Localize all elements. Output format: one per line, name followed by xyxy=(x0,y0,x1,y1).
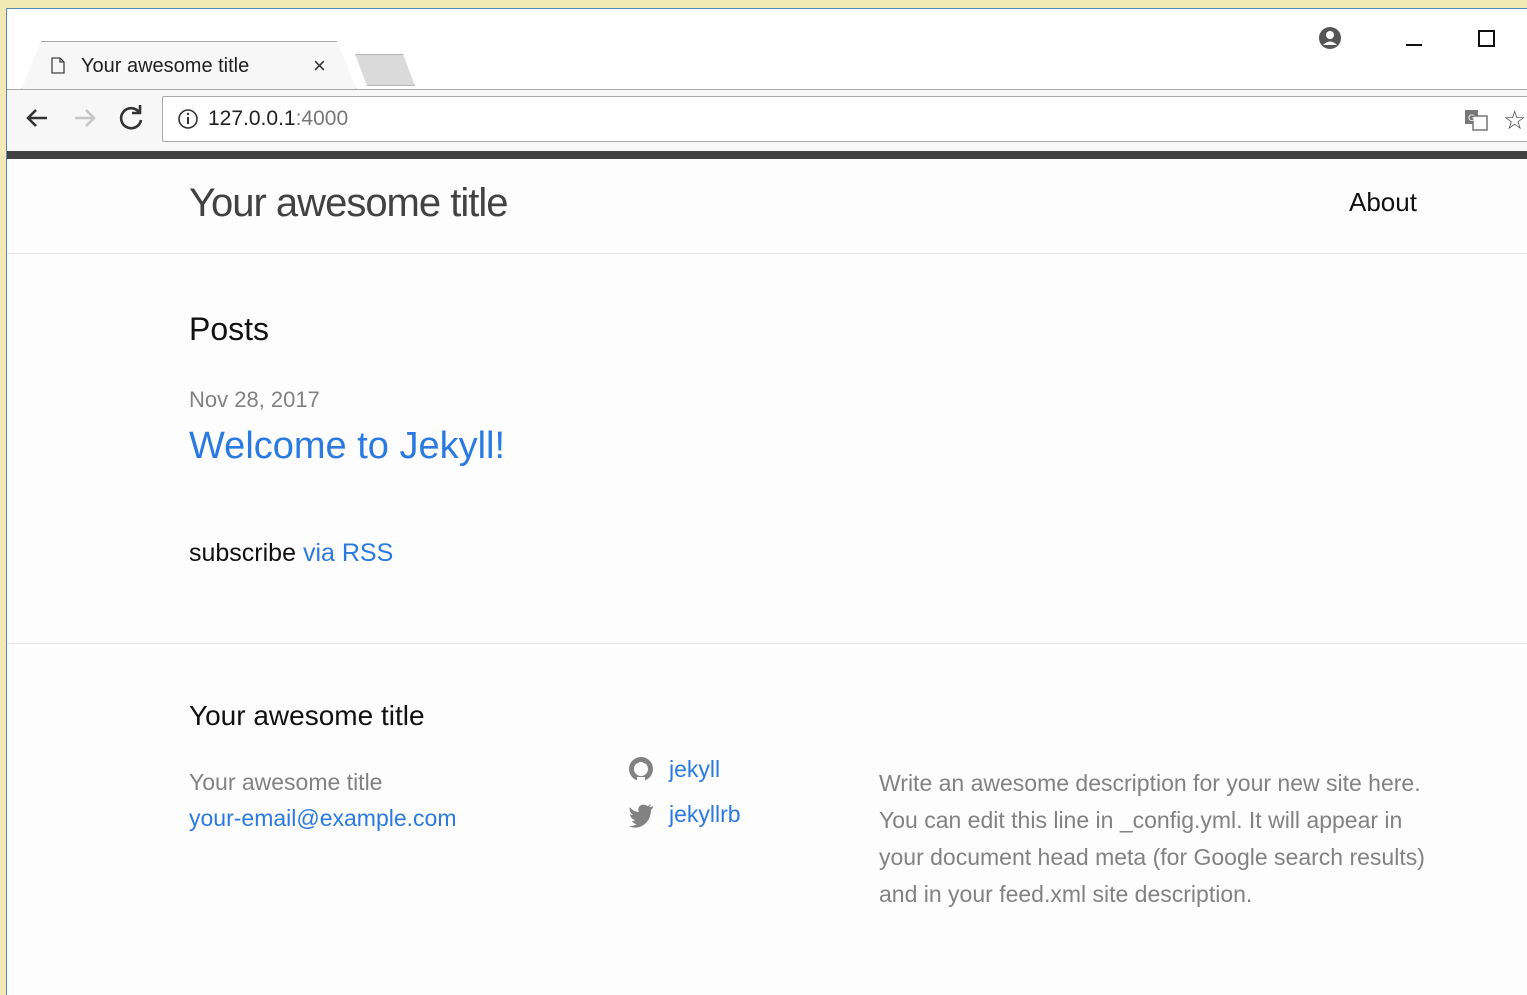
svg-text:G: G xyxy=(1468,114,1475,124)
tab-strip: Your awesome title × xyxy=(7,9,1527,91)
new-tab-button[interactable] xyxy=(355,54,415,86)
maximize-icon[interactable] xyxy=(1470,21,1504,55)
reload-icon[interactable] xyxy=(113,100,149,136)
subscribe-text: subscribe xyxy=(189,539,296,567)
browser-toolbar: 127.0.0.1:4000 G ☆ xyxy=(7,90,1527,152)
profile-icon[interactable] xyxy=(1313,21,1347,55)
github-icon xyxy=(629,757,653,782)
tab-title: Your awesome title xyxy=(81,55,250,77)
url-text[interactable]: 127.0.0.1:4000 xyxy=(208,107,348,131)
social-twitter-link[interactable]: jekyllrb xyxy=(627,798,741,830)
social-github-link[interactable]: jekyll xyxy=(627,753,720,785)
tab-close-icon[interactable]: × xyxy=(313,53,326,79)
address-bar[interactable]: 127.0.0.1:4000 G ☆ xyxy=(162,96,1527,142)
footer-heading: Your awesome title xyxy=(189,700,425,731)
translate-icon[interactable]: G xyxy=(1463,107,1489,133)
footer-email-link[interactable]: your-email@example.com xyxy=(189,805,457,832)
url-host: 127.0.0.1 xyxy=(208,107,296,130)
rss-link[interactable]: via RSS xyxy=(303,539,393,567)
info-icon[interactable] xyxy=(176,107,200,131)
url-port: :4000 xyxy=(295,107,349,130)
site-description: Write an awesome description for your ne… xyxy=(879,770,1425,907)
github-username: jekyll xyxy=(669,755,721,782)
page-content: Your awesome title About Posts Nov 28, 2… xyxy=(7,159,1527,995)
post-date: Nov 28, 2017 xyxy=(189,387,320,412)
twitter-username: jekyllrb xyxy=(669,800,741,827)
nav-about-link[interactable]: About xyxy=(1349,187,1417,218)
document-icon xyxy=(51,57,65,74)
back-arrow-icon[interactable] xyxy=(19,100,55,136)
subscribe-line: subscribe via RSS xyxy=(189,539,393,568)
site-title-link[interactable]: Your awesome title xyxy=(189,181,508,226)
site-footer: Your awesome title Your awesome title yo… xyxy=(7,643,1527,995)
forward-arrow-icon[interactable] xyxy=(67,100,103,136)
site-header: Your awesome title About xyxy=(7,159,1527,254)
post-title-link[interactable]: Welcome to Jekyll! xyxy=(189,425,505,468)
browser-window: Your awesome title × 127.0.0.1:4000 G ☆ … xyxy=(6,8,1527,995)
site-header-bar xyxy=(7,151,1527,159)
twitter-icon xyxy=(629,804,653,828)
posts-heading: Posts xyxy=(189,311,270,347)
tab-active[interactable]: Your awesome title × xyxy=(21,42,357,91)
minimize-icon[interactable] xyxy=(1397,21,1431,55)
bookmark-star-icon[interactable]: ☆ xyxy=(1503,105,1526,136)
footer-site-name: Your awesome title xyxy=(189,769,383,795)
